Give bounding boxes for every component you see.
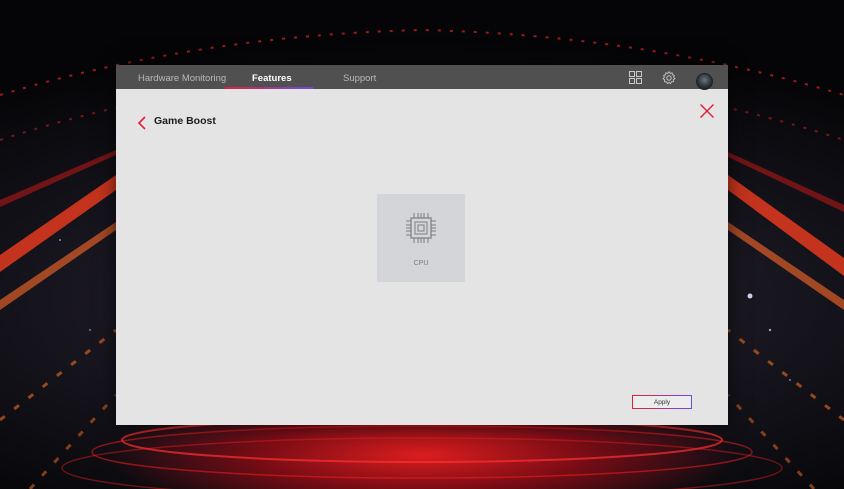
apply-button[interactable]: Apply	[632, 395, 692, 409]
active-tab-indicator	[225, 87, 313, 89]
chevron-left-icon[interactable]	[137, 116, 147, 130]
cpu-boost-card[interactable]: CPU	[377, 194, 465, 282]
tab-features[interactable]: Features	[252, 65, 292, 89]
tab-support[interactable]: Support	[343, 65, 376, 89]
page-title: Game Boost	[154, 115, 216, 127]
close-icon[interactable]	[699, 103, 715, 119]
tab-hardware-monitoring[interactable]: Hardware Monitoring	[138, 65, 226, 89]
gear-icon[interactable]	[662, 71, 676, 85]
cpu-chip-icon	[406, 213, 436, 243]
top-navigation-bar: Hardware Monitoring Features Support	[116, 65, 728, 90]
cpu-card-label: CPU	[413, 260, 429, 267]
avatar[interactable]	[696, 73, 713, 90]
app-window: Hardware Monitoring Features Support Gam…	[116, 65, 728, 425]
grid-icon[interactable]	[629, 71, 642, 84]
